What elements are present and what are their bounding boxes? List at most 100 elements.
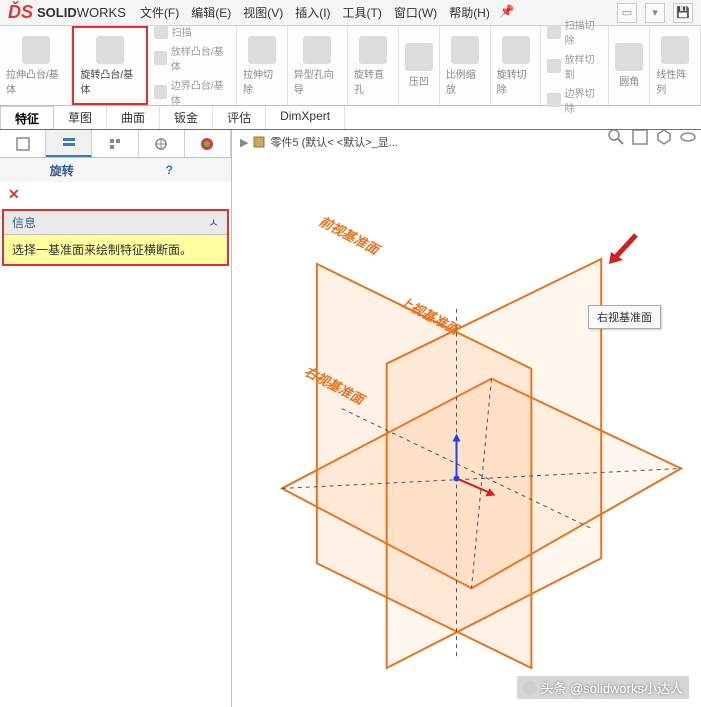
tab-surface[interactable]: 曲面 [107,106,160,129]
solidworks-icon: ĎS [8,2,33,23]
quick-access: ▭ ▾ 💾 [617,3,701,23]
ribbon-revolve-boss[interactable]: 旋转凸台/基体 [72,26,147,105]
menu-view[interactable]: 视图(V) [237,4,289,21]
ribbon-hole-wizard[interactable]: 异型孔向导 [288,26,348,105]
ribbon-indent[interactable]: 压凹 [399,26,440,105]
ribbon-boundary[interactable]: 边界凸台/基体 [154,77,230,107]
ribbon-label: 拉伸凸台/基体 [6,66,65,96]
open-button[interactable]: ▾ [645,3,665,23]
revolve-icon [96,36,124,64]
info-message: 选择一基准面来绘制特征横断面。 [4,235,227,264]
tab-dimxpert[interactable]: DimXpert [266,106,345,129]
zoom-fit-icon[interactable] [607,130,625,146]
display-style-icon[interactable] [679,130,697,146]
ribbon-loft[interactable]: 放样凸台/基体 [154,43,230,73]
part-icon [252,135,266,149]
sweep-cut-icon [547,25,560,39]
ribbon-revolve-hole[interactable]: 旋转直孔 [348,26,399,105]
ribbon-boundary-cut[interactable]: 边界切除 [547,85,602,115]
side-tab-dimension[interactable] [139,130,185,157]
help-icon[interactable]: ? [116,163,224,177]
ribbon-scale[interactable]: 比例缩放 [440,26,491,105]
extrude-icon [22,36,50,64]
ribbon-sub-boss: 扫描 放样凸台/基体 边界凸台/基体 [148,26,237,105]
panel-title: 旋转 ? [0,158,231,182]
menu-items: 文件(F) 编辑(E) 视图(V) 插入(I) 工具(T) 窗口(W) 帮助(H… [134,4,515,21]
watermark-text: 头条 @solidworks小达人 [541,678,684,697]
config-icon [107,136,123,152]
ribbon-label: 拉伸切除 [243,66,281,96]
indent-icon [405,43,433,71]
tab-evaluate[interactable]: 评估 [213,106,266,129]
ribbon-loft-cut[interactable]: 放样切割 [547,51,602,81]
menu-file[interactable]: 文件(F) [134,4,185,21]
menu-window[interactable]: 窗口(W) [388,4,443,21]
ribbon-revolve-cut[interactable]: 旋转切除 [491,26,542,105]
annotation-arrow-icon [601,230,641,270]
revolve-hole-icon [359,36,387,64]
graphics-viewport[interactable]: ▶ 零件5 (默认< <默认>_显... [232,130,701,707]
sidebar-tabs [0,130,231,158]
property-manager: 旋转 ? ✕ 信息 ㅅ 选择一基准面来绘制特征横断面。 [0,130,232,707]
menu-help[interactable]: 帮助(H) [443,4,496,21]
ribbon-sub-cut: 扫描切除 放样切割 边界切除 [541,26,609,105]
extrude-cut-icon [248,36,276,64]
ribbon-sweep[interactable]: 扫描 [154,24,230,39]
breadcrumb-arrow-icon: ▶ [240,136,248,149]
tab-features[interactable]: 特征 [0,106,54,129]
boundary-cut-icon [547,93,560,107]
ribbon: 拉伸凸台/基体 旋转凸台/基体 扫描 放样凸台/基体 边界凸台/基体 拉伸切除 … [0,26,701,106]
cancel-button[interactable]: ✕ [0,182,231,207]
fillet-icon [615,43,643,71]
tab-sheetmetal[interactable]: 钣金 [160,106,213,129]
plane-tooltip: 右视基准面 [588,305,661,329]
side-tab-appearance[interactable] [185,130,231,157]
property-icon [61,135,77,151]
zoom-area-icon[interactable] [631,130,649,146]
hole-icon [303,36,331,64]
collapse-icon[interactable]: ㅅ [208,214,219,231]
ribbon-label: 旋转直孔 [354,66,392,96]
ribbon-fillet[interactable]: 圆角 [609,26,650,105]
view-toolbar [607,130,697,146]
panel-title-text: 旋转 [8,162,116,179]
watermark: 头条 @solidworks小达人 [517,676,690,699]
logo-text: SOLIDWORKS [37,5,126,20]
revolve-cut-icon [502,36,530,64]
ribbon-label: 圆角 [619,73,639,88]
ribbon-sweep-cut[interactable]: 扫描切除 [547,17,602,47]
pattern-icon [661,36,689,64]
info-header[interactable]: 信息 ㅅ [4,211,227,235]
info-header-text: 信息 [12,214,36,231]
ribbon-label: 比例缩放 [446,66,484,96]
breadcrumb[interactable]: ▶ 零件5 (默认< <默认>_显... [240,134,398,150]
ribbon-label: 旋转凸台/基体 [80,66,139,96]
ribbon-extrude-cut[interactable]: 拉伸切除 [237,26,288,105]
ribbon-label: 压凹 [409,73,429,88]
info-panel: 信息 ㅅ 选择一基准面来绘制特征横断面。 [2,209,229,266]
menu-edit[interactable]: 编辑(E) [185,4,237,21]
sweep-icon [154,25,168,39]
ribbon-label: 旋转切除 [497,66,535,96]
side-tab-property[interactable] [46,130,92,157]
pin-icon[interactable]: 📌 [500,4,515,21]
new-button[interactable]: ▭ [617,3,637,23]
save-button[interactable]: 💾 [673,3,693,23]
tab-sketch[interactable]: 草图 [54,106,107,129]
appearance-icon [199,136,215,152]
side-tab-config[interactable] [92,130,138,157]
side-tab-feature[interactable] [0,130,46,157]
app-logo: ĎS SOLIDWORKS [0,2,134,23]
menu-tools[interactable]: 工具(T) [337,4,388,21]
view-orientation-icon[interactable] [655,130,673,146]
ribbon-label: 线性阵列 [656,66,694,96]
loft-cut-icon [547,59,560,73]
menu-insert[interactable]: 插入(I) [289,4,336,21]
breadcrumb-part: 零件5 (默认< <默认>_显... [270,134,397,150]
feature-tree-icon [15,136,31,152]
ribbon-extrude-boss[interactable]: 拉伸凸台/基体 [0,26,72,105]
ribbon-pattern[interactable]: 线性阵列 [650,26,701,105]
dimension-icon [153,136,169,152]
watermark-icon [523,681,537,695]
ribbon-label: 异型孔向导 [294,66,341,96]
